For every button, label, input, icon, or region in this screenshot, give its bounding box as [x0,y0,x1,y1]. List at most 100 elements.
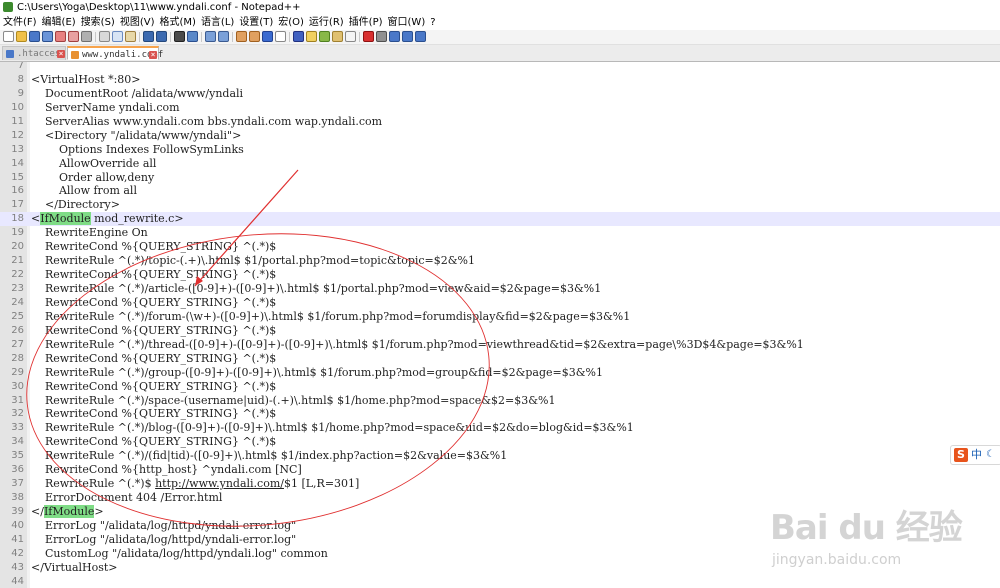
code-text[interactable]: RewriteEngine On [31,226,148,240]
code-text[interactable]: ErrorDocument 404 /Error.html [31,491,222,505]
code-text[interactable]: RewriteCond %{QUERY_STRING} ^(.*)$ [31,380,276,394]
new-file-icon[interactable] [3,31,14,42]
menu-help[interactable]: ? [427,15,437,30]
code-line[interactable]: 32 RewriteCond %{QUERY_STRING} ^(.*)$ [0,407,1000,421]
code-line[interactable]: 11 ServerAlias www.yndali.com bbs.yndali… [0,115,1000,129]
close-all-icon[interactable] [68,31,79,42]
code-line[interactable]: 14 AllowOverride all [0,157,1000,171]
doc-map-icon[interactable] [319,31,330,42]
code-line[interactable]: 15 Order allow,deny [0,171,1000,185]
tab-www-yndali-conf[interactable]: www.yndali.conf × [67,46,163,60]
print-icon[interactable] [81,31,92,42]
replace-icon[interactable] [187,31,198,42]
menu-window[interactable]: 窗口(W) [385,15,428,30]
code-text[interactable]: RewriteCond %{QUERY_STRING} ^(.*)$ [31,324,276,338]
code-text[interactable]: ServerName yndali.com [31,101,180,115]
menu-settings[interactable]: 设置(T) [236,15,275,30]
code-text[interactable]: Options Indexes FollowSymLinks [31,143,244,157]
tab-htaccess[interactable]: .htaccess × [2,46,66,60]
copy-icon[interactable] [112,31,123,42]
language-icon[interactable] [306,31,317,42]
code-line[interactable]: 31 RewriteRule ^(.*)/space-(username|uid… [0,394,1000,408]
sync-vertical-icon[interactable] [236,31,247,42]
ime-status[interactable]: S 中 ☾ [950,445,1000,465]
code-line[interactable]: 33 RewriteRule ^(.*)/blog-([0-9]+)-([0-9… [0,421,1000,435]
code-line[interactable]: 9 DocumentRoot /alidata/www/yndali [0,87,1000,101]
run-macro-multiple-icon[interactable] [402,31,413,42]
code-text[interactable]: RewriteCond %{QUERY_STRING} ^(.*)$ [31,352,276,366]
save-macro-icon[interactable] [415,31,426,42]
code-line[interactable]: 26 RewriteCond %{QUERY_STRING} ^(.*)$ [0,324,1000,338]
menu-file[interactable]: 文件(F) [0,15,39,30]
close-icon[interactable]: × [57,50,65,58]
code-line[interactable]: 30 RewriteCond %{QUERY_STRING} ^(.*)$ [0,380,1000,394]
menu-view[interactable]: 视图(V) [117,15,157,30]
code-text[interactable]: <VirtualHost *:80> [31,73,141,87]
zoom-in-icon[interactable] [205,31,216,42]
code-text[interactable]: RewriteRule ^(.*)/article-([0-9]+)-([0-9… [31,282,601,296]
code-text[interactable]: ErrorLog "/alidata/log/httpd/yndali-erro… [31,533,296,547]
undo-icon[interactable] [143,31,154,42]
code-text[interactable]: RewriteCond %{QUERY_STRING} ^(.*)$ [31,240,276,254]
code-line[interactable]: 35 RewriteRule ^(.*)/(fid|tid)-([0-9]+)\… [0,449,1000,463]
save-icon[interactable] [29,31,40,42]
code-line[interactable]: 8 <VirtualHost *:80> [0,73,1000,87]
code-line[interactable]: 28 RewriteCond %{QUERY_STRING} ^(.*)$ [0,352,1000,366]
menu-edit[interactable]: 编辑(E) [39,15,78,30]
code-line[interactable]: 23 RewriteRule ^(.*)/article-([0-9]+)-([… [0,282,1000,296]
folder-workspace-icon[interactable] [345,31,356,42]
code-text[interactable]: RewriteRule ^(.*)/group-([0-9]+)-([0-9]+… [31,366,603,380]
function-list-icon[interactable] [332,31,343,42]
code-text[interactable]: RewriteCond %{QUERY_STRING} ^(.*)$ [31,407,276,421]
menu-plugins[interactable]: 插件(P) [346,15,385,30]
menu-search[interactable]: 搜索(S) [78,15,117,30]
zoom-out-icon[interactable] [218,31,229,42]
show-all-chars-icon[interactable] [275,31,286,42]
menu-language[interactable]: 语言(L) [198,15,236,30]
code-text[interactable]: ErrorLog "/alidata/log/httpd/yndali-erro… [31,519,296,533]
code-line[interactable]: 18 <IfModule mod_rewrite.c> [0,212,1000,227]
word-wrap-icon[interactable] [262,31,273,42]
code-line[interactable]: 37 RewriteRule ^(.*)$ http://www.yndali.… [0,477,1000,491]
sync-horizontal-icon[interactable] [249,31,260,42]
code-text[interactable]: </IfModule> [31,505,104,519]
code-text[interactable]: RewriteCond %{QUERY_STRING} ^(.*)$ [31,268,276,282]
code-line[interactable]: 25 RewriteRule ^(.*)/forum-(\w+)-([0-9]+… [0,310,1000,324]
code-line[interactable]: 20 RewriteCond %{QUERY_STRING} ^(.*)$ [0,240,1000,254]
code-text[interactable]: CustomLog "/alidata/log/httpd/yndali.log… [31,547,328,561]
code-line[interactable]: 7 [0,62,1000,73]
code-text[interactable]: RewriteRule ^(.*)/blog-([0-9]+)-([0-9]+)… [31,421,634,435]
menu-macro[interactable]: 宏(O) [275,15,306,30]
code-text[interactable]: RewriteRule ^(.*)$ http://www.yndali.com… [31,477,359,491]
code-text[interactable]: <IfModule mod_rewrite.c> [31,212,184,226]
close-icon[interactable]: × [149,51,157,59]
code-text[interactable]: RewriteCond %{QUERY_STRING} ^(.*)$ [31,296,276,310]
code-line[interactable]: 29 RewriteRule ^(.*)/group-([0-9]+)-([0-… [0,366,1000,380]
play-macro-icon[interactable] [389,31,400,42]
stop-macro-icon[interactable] [376,31,387,42]
code-line[interactable]: 21 RewriteRule ^(.*)/topic-(.+)\.html$ $… [0,254,1000,268]
code-text[interactable]: </Directory> [31,198,120,212]
code-line[interactable]: 17 </Directory> [0,198,1000,212]
menu-run[interactable]: 运行(R) [306,15,346,30]
find-icon[interactable] [174,31,185,42]
code-text[interactable]: RewriteCond %{http_host} ^yndali.com [NC… [31,463,302,477]
code-text[interactable]: ServerAlias www.yndali.com bbs.yndali.co… [31,115,382,129]
code-line[interactable]: 19 RewriteEngine On [0,226,1000,240]
save-all-icon[interactable] [42,31,53,42]
redo-icon[interactable] [156,31,167,42]
code-text[interactable]: </VirtualHost> [31,561,118,575]
code-line[interactable]: 12 <Directory "/alidata/www/yndali"> [0,129,1000,143]
code-line[interactable]: 10 ServerName yndali.com [0,101,1000,115]
code-line[interactable]: 13 Options Indexes FollowSymLinks [0,143,1000,157]
code-text[interactable]: RewriteRule ^(.*)/topic-(.+)\.html$ $1/p… [31,254,475,268]
code-text[interactable]: Allow from all [31,184,137,198]
code-text[interactable]: AllowOverride all [31,157,156,171]
code-text[interactable]: RewriteRule ^(.*)/forum-(\w+)-([0-9]+)\.… [31,310,630,324]
code-line[interactable]: 34 RewriteCond %{QUERY_STRING} ^(.*)$ [0,435,1000,449]
code-text[interactable]: RewriteRule ^(.*)/thread-([0-9]+)-([0-9]… [31,338,804,352]
code-line[interactable]: 24 RewriteCond %{QUERY_STRING} ^(.*)$ [0,296,1000,310]
close-icon[interactable] [55,31,66,42]
menu-format[interactable]: 格式(M) [157,15,198,30]
indent-guide-icon[interactable] [293,31,304,42]
